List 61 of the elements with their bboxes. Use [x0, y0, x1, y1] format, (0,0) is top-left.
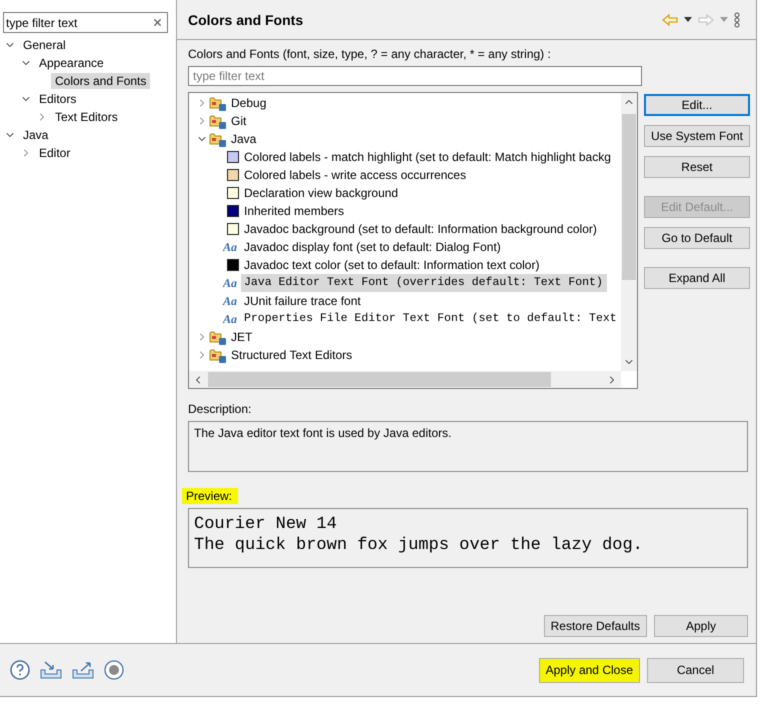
dialog-button[interactable]: Apply and Close	[538, 658, 640, 682]
tree-item[interactable]: Inherited members	[241, 202, 348, 220]
clear-icon[interactable]	[152, 17, 163, 28]
action-button[interactable]: Apply	[654, 615, 748, 637]
action-button[interactable]: Use System Font	[644, 125, 750, 147]
folder-icon	[209, 348, 226, 362]
preview-label: Preview:	[182, 488, 238, 504]
dropdown-caret-icon[interactable]	[684, 17, 692, 22]
back-arrow-icon[interactable]	[662, 14, 678, 26]
preview-text: The quick brown fox jumps over the lazy dog.	[194, 535, 644, 556]
tree-item[interactable]: Colored labels - match highlight (set to default: Match highlight backg	[241, 148, 615, 166]
tree-item[interactable]: Colored labels - write access occurrences	[241, 166, 470, 184]
action-button[interactable]: Reset	[644, 156, 750, 178]
dialog-button[interactable]: Cancel	[647, 658, 744, 682]
action-button[interactable]: Restore Defaults	[544, 615, 647, 637]
record-icon[interactable]	[104, 660, 124, 680]
tree-item[interactable]: Javadoc background (set to default: Information background color)	[241, 220, 601, 238]
vertical-scrollbar[interactable]	[620, 93, 637, 371]
font-icon: Aa	[223, 241, 239, 253]
description-label: Description:	[188, 401, 252, 417]
tree-item[interactable]: JET	[228, 328, 256, 346]
help-icon[interactable]	[10, 660, 30, 680]
font-icon: Aa	[223, 295, 239, 307]
tree-item[interactable]: Declaration view background	[241, 184, 402, 202]
tree-item[interactable]: Editor	[35, 145, 74, 161]
filter-field[interactable]: type filter text	[188, 66, 642, 86]
filter-label: Colors and Fonts (font, size, type, ? = any character, * = any string) :	[188, 46, 552, 62]
export-icon[interactable]	[72, 660, 94, 680]
tree-item[interactable]: Java Editor Text Font (overrides default: Text Font)	[241, 274, 607, 292]
tree-item[interactable]: Structured Text Editors	[228, 346, 356, 364]
page-title: Colors and Fonts	[188, 12, 304, 28]
more-icon[interactable]	[734, 12, 740, 28]
scrollbar-thumb[interactable]	[622, 114, 636, 280]
tree-item[interactable]: General	[19, 37, 70, 53]
import-icon[interactable]	[40, 660, 62, 680]
tree-item[interactable]: Java	[19, 127, 52, 143]
tree-item[interactable]: JUnit failure trace font	[241, 292, 365, 310]
tree-item[interactable]: Editors	[35, 91, 80, 107]
horizontal-scrollbar[interactable]	[189, 371, 621, 388]
filter-field[interactable]: type filter text	[3, 12, 168, 33]
preview-text: Courier New 14	[194, 514, 338, 535]
tree-item[interactable]: Debug	[228, 94, 270, 112]
font-icon: Aa	[223, 277, 239, 289]
action-button[interactable]: Go to Default	[644, 227, 750, 249]
tree-item[interactable]: Colors and Fonts	[51, 73, 150, 89]
folder-icon	[209, 132, 226, 146]
tree-item[interactable]: Properties File Editor Text Font (set to default: Text	[241, 310, 621, 328]
description-text: The Java editor text font is used by Java editors.	[194, 425, 452, 441]
tree-item[interactable]: Javadoc text color (set to default: Information text color)	[241, 256, 544, 274]
action-button[interactable]: Expand All	[644, 267, 750, 289]
action-button[interactable]: Edit...	[644, 94, 750, 116]
font-icon: Aa	[223, 313, 239, 325]
tree-item[interactable]: Appearance	[35, 55, 108, 71]
tree-item[interactable]: Javadoc display font (set to default: Dialog Font)	[241, 238, 505, 256]
tree-item[interactable]: Git	[228, 112, 250, 130]
folder-icon	[209, 96, 226, 110]
folder-icon	[209, 330, 226, 344]
tree-item[interactable]: Java	[228, 130, 260, 148]
folder-icon	[209, 114, 226, 128]
tree-item[interactable]: Text Editors	[51, 109, 122, 125]
scrollbar-thumb[interactable]	[208, 372, 551, 387]
